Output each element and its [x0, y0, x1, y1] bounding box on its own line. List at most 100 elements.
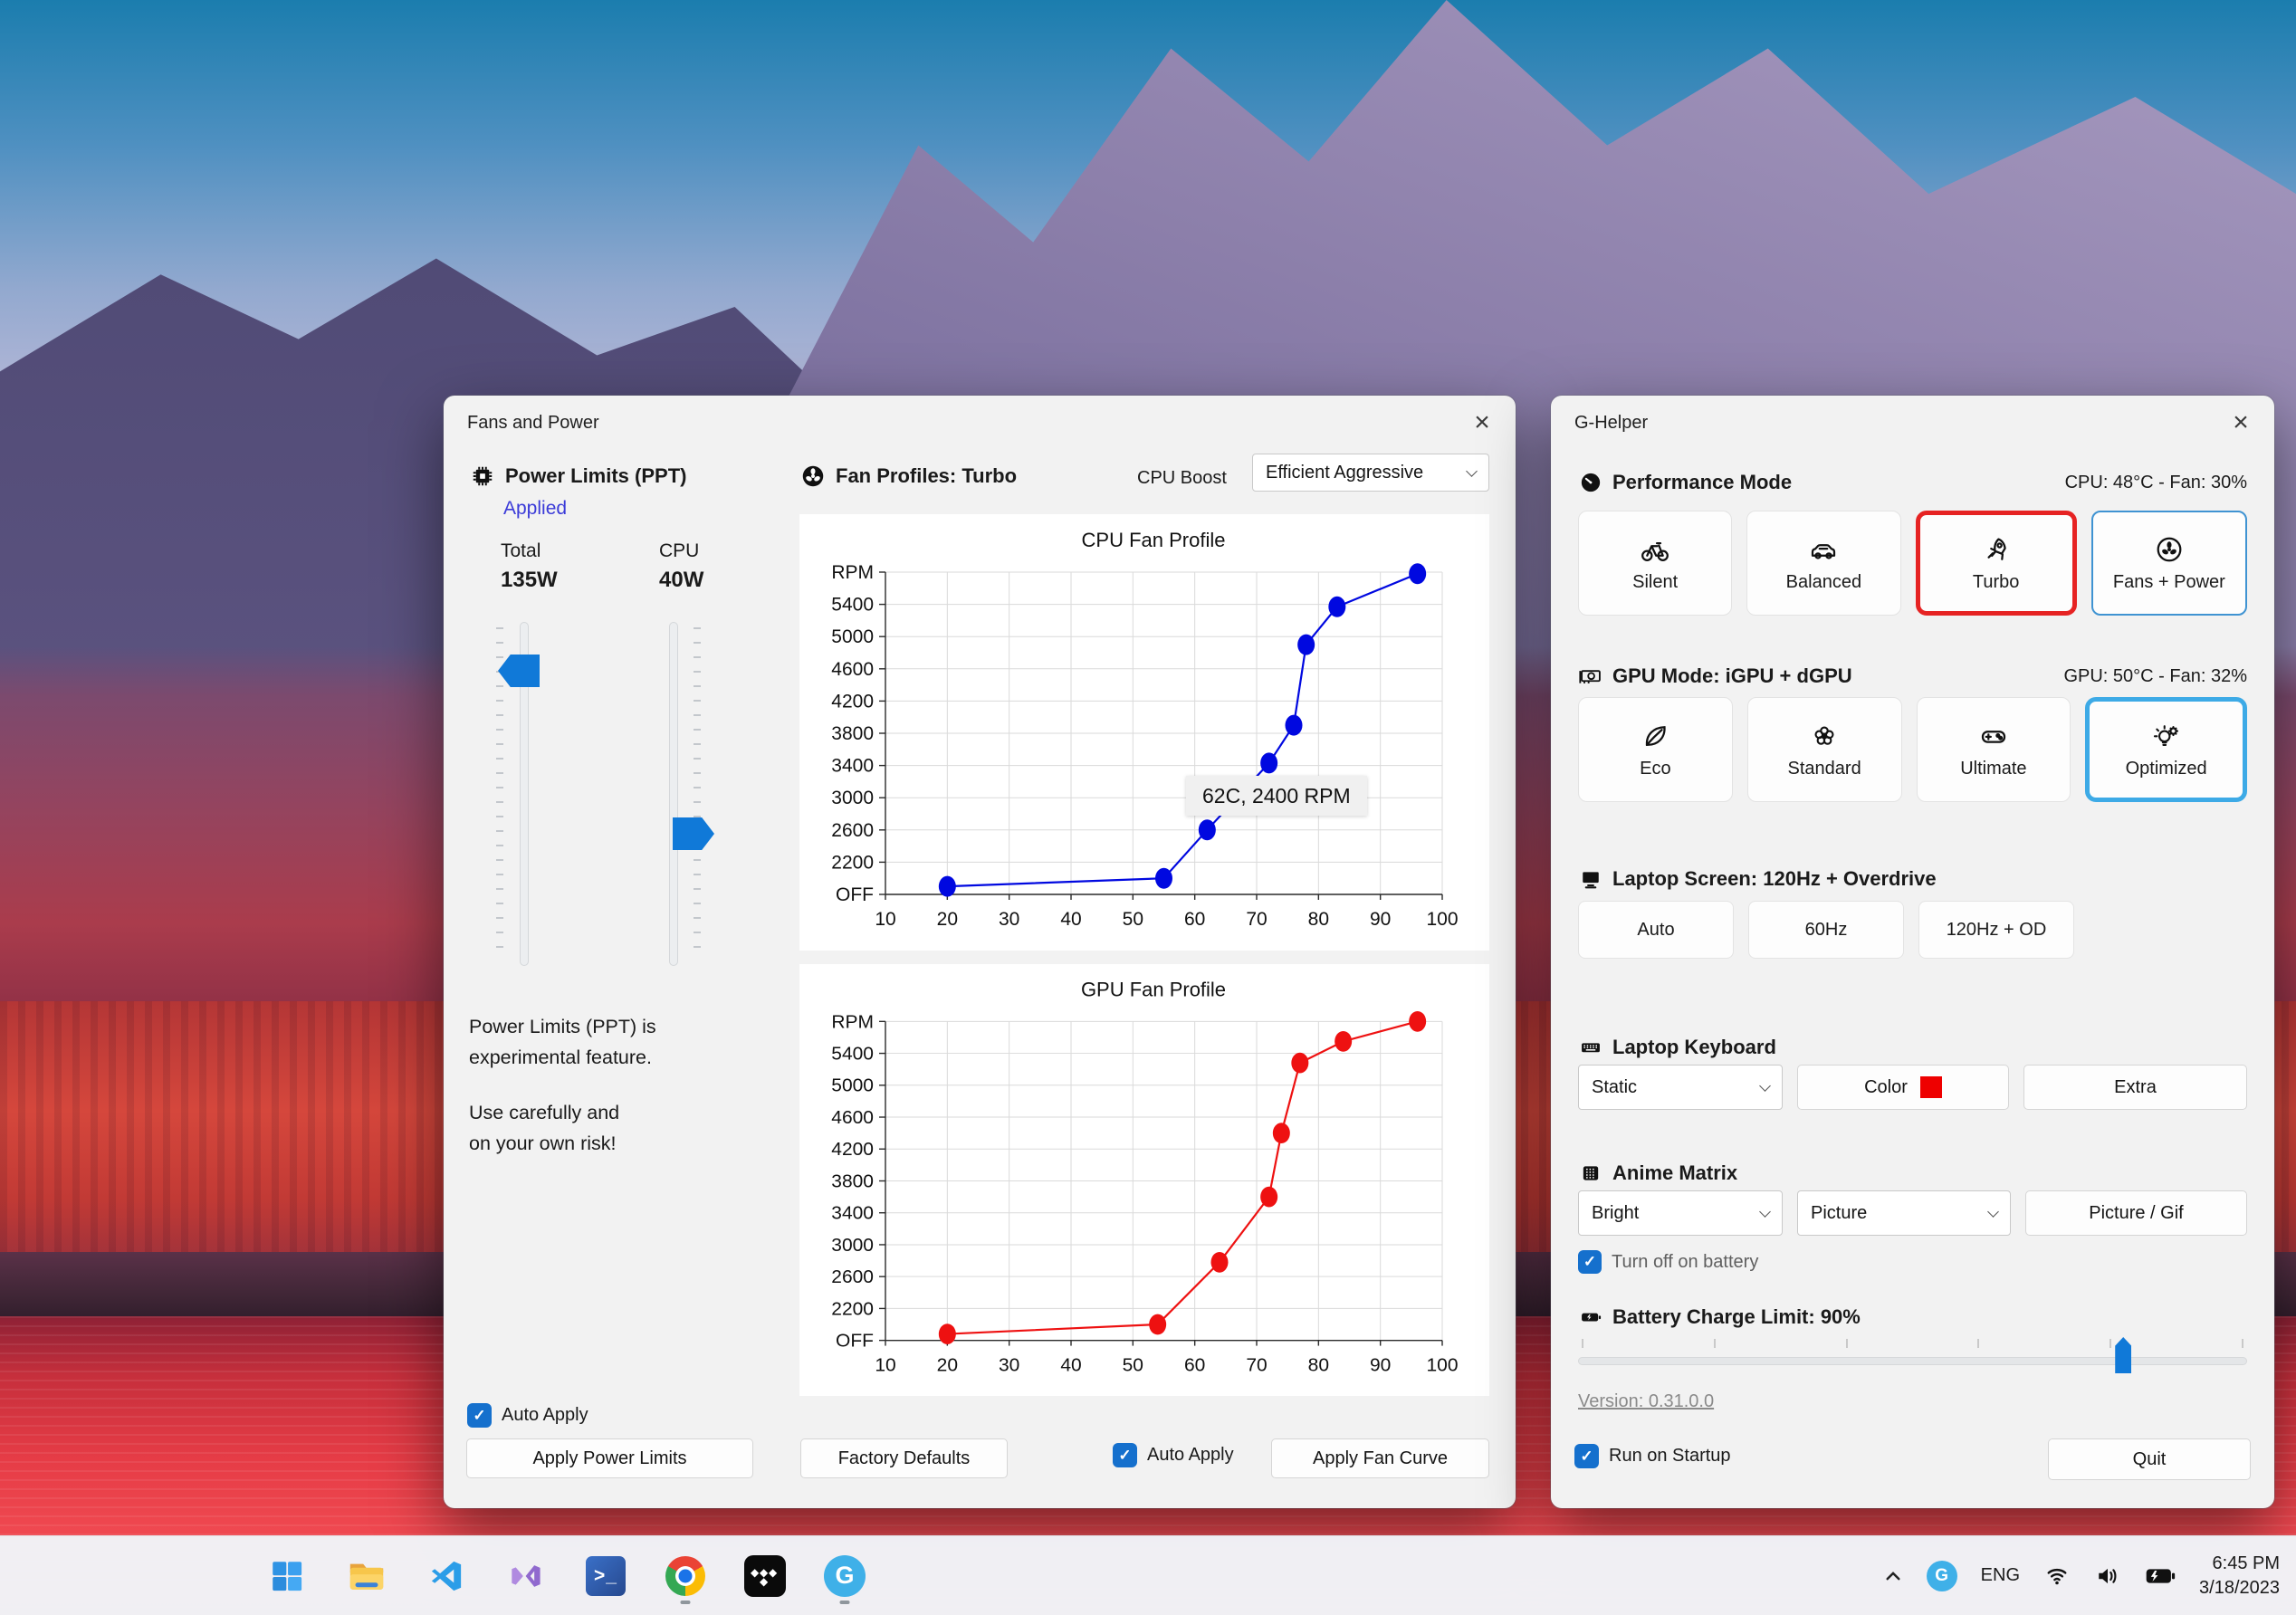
checkmark-icon: ✓ [1118, 1446, 1132, 1464]
picture-gif-button[interactable]: Picture / Gif [2025, 1190, 2247, 1236]
apply-fan-curve-button[interactable]: Apply Fan Curve [1271, 1438, 1489, 1478]
screen-buttons-row: Auto 60Hz 120Hz + OD [1578, 901, 2247, 959]
battery-limit-title: Battery Charge Limit: 90% [1612, 1305, 1861, 1328]
power-auto-apply-label: Auto Apply [502, 1405, 588, 1425]
warning-line: Use carefully and [469, 1102, 620, 1123]
svg-text:3800: 3800 [831, 723, 874, 744]
svg-text:5400: 5400 [831, 595, 874, 616]
svg-text:40: 40 [1060, 909, 1081, 930]
battery-icon [1582, 1313, 1602, 1322]
bulb-gear-icon [2153, 725, 2178, 746]
battery-slider-track[interactable] [1578, 1357, 2247, 1365]
taskbar: >_ ◆ ◆ ◆ ◆ G G ENG 6:45 PM 3/18/2023 [0, 1535, 2296, 1615]
start-button[interactable] [258, 1547, 316, 1605]
screen-60hz-button[interactable]: 60Hz [1748, 901, 1904, 959]
gpu-header-row: GPU Mode: iGPU + dGPU GPU: 50°C - Fan: 3… [1578, 664, 2247, 689]
version-link[interactable]: Version: 0.31.0.0 [1578, 1391, 1714, 1412]
vscode-button[interactable] [417, 1547, 475, 1605]
performance-buttons-row: Silent Balanced Turbo Fans + Power [1578, 511, 2247, 616]
chrome-button[interactable] [656, 1547, 714, 1605]
ghelper-window-title: G-Helper [1574, 412, 1649, 433]
apply-power-limits-button[interactable]: Apply Power Limits [466, 1438, 753, 1478]
perf-mode-turbo-button[interactable]: Turbo [1915, 511, 2077, 616]
anime-brightness-dropdown[interactable]: Bright [1578, 1190, 1783, 1236]
fan-icon [802, 465, 824, 487]
language-indicator[interactable]: ENG [1981, 1565, 2020, 1586]
svg-text:3000: 3000 [831, 788, 874, 808]
ghelper-taskbar-button[interactable]: G [816, 1547, 874, 1605]
close-icon[interactable]: × [2220, 405, 2262, 441]
fan-profiles-header: Fan Profiles: Turbo [799, 463, 1017, 490]
battery-tray-icon[interactable] [2145, 1565, 2176, 1587]
battery-limit-header: Battery Charge Limit: 90% [1578, 1304, 1861, 1330]
cpu-fan-chart-panel[interactable]: CPU Fan Profile 10 20 30 40 50 60 70 80 90 100 OFF 2… [799, 514, 1489, 951]
powershell-icon: >_ [586, 1555, 626, 1596]
run-on-startup-checkbox[interactable]: ✓ [1574, 1444, 1599, 1468]
keyboard-mode-dropdown[interactable]: Static [1578, 1065, 1783, 1110]
file-explorer-button[interactable] [338, 1547, 396, 1605]
gpu-mode-standard-button[interactable]: Standard [1746, 697, 1902, 802]
svg-text:3000: 3000 [831, 1235, 874, 1256]
perf-mode-fans-power-button[interactable]: Fans + Power [2090, 511, 2247, 616]
factory-defaults-button[interactable]: Factory Defaults [800, 1438, 1008, 1478]
power-warning-text: Power Limits (PPT) is experimental featu… [469, 1011, 656, 1159]
vscode-icon [431, 1561, 462, 1591]
laptop-screen-title: Laptop Screen: 120Hz + Overdrive [1612, 867, 1937, 890]
total-power-slider-ticks [496, 627, 503, 960]
power-auto-apply-checkbox[interactable]: ✓ [467, 1403, 492, 1428]
cpu-power-slider-track[interactable] [669, 622, 678, 966]
screen-auto-button[interactable]: Auto [1578, 901, 1734, 959]
laptop-keyboard-title: Laptop Keyboard [1612, 1036, 1776, 1058]
svg-text:4600: 4600 [831, 659, 874, 680]
keyboard-icon [1582, 1043, 1600, 1053]
gpu-mode-eco-button[interactable]: Eco [1578, 697, 1733, 802]
chevron-down-icon [1466, 464, 1478, 477]
fan-auto-apply-label: Auto Apply [1147, 1445, 1234, 1465]
visual-studio-icon [512, 1564, 541, 1587]
screen-header-row: Laptop Screen: 120Hz + Overdrive [1578, 866, 2247, 892]
total-power-slider-handle[interactable] [498, 655, 540, 687]
checkmark-icon: ✓ [1580, 1447, 1593, 1465]
gpu-fan-chart-panel[interactable]: GPU Fan Profile 10 20 30 40 50 60 70 80 90 100 OFF 2… [799, 964, 1489, 1396]
power-auto-apply-row: ✓ Auto Apply [467, 1403, 588, 1428]
cpu-power-slider-handle[interactable] [673, 817, 714, 850]
tidal-button[interactable]: ◆ ◆ ◆ ◆ [736, 1547, 794, 1605]
cpu-boost-value: Efficient Aggressive [1266, 462, 1424, 483]
speaker-icon[interactable] [2094, 1564, 2121, 1588]
terminal-button[interactable]: >_ [577, 1547, 635, 1605]
ghelper-titlebar[interactable]: G-Helper × [1551, 396, 2274, 444]
clock[interactable]: 6:45 PM 3/18/2023 [2199, 1552, 2280, 1601]
gpu-mode-optimized-button[interactable]: Optimized [2085, 697, 2247, 802]
anime-header-row: Anime Matrix [1578, 1161, 2247, 1186]
anime-mode-dropdown[interactable]: Picture [1797, 1190, 2011, 1236]
perf-mode-silent-button[interactable]: Silent [1578, 511, 1733, 616]
svg-text:3400: 3400 [831, 1203, 874, 1224]
cpu-fan-curve-chart[interactable]: CPU Fan Profile 10 20 30 40 50 60 70 80 90 100 OFF 2… [799, 514, 1489, 951]
car-icon [1812, 544, 1836, 559]
turn-off-on-battery-checkbox[interactable]: ✓ [1578, 1250, 1602, 1274]
close-icon[interactable]: × [1461, 405, 1503, 441]
gpu-fan-curve-chart[interactable]: GPU Fan Profile 10 20 30 40 50 60 70 80 90 100 OFF 2… [799, 964, 1489, 1396]
quit-button[interactable]: Quit [2048, 1438, 2251, 1480]
screen-120hz-od-button[interactable]: 120Hz + OD [1918, 901, 2074, 959]
perf-mode-balanced-button[interactable]: Balanced [1746, 511, 1901, 616]
running-indicator [680, 1600, 691, 1604]
fan-auto-apply-row: ✓ Auto Apply [1113, 1443, 1234, 1467]
taskbar-apps: >_ ◆ ◆ ◆ ◆ G [258, 1536, 874, 1615]
keyboard-extra-button[interactable]: Extra [2023, 1065, 2247, 1110]
fans-titlebar[interactable]: Fans and Power × [444, 396, 1516, 444]
visual-studio-button[interactable] [497, 1547, 555, 1605]
chevron-up-icon[interactable] [1883, 1566, 1903, 1586]
gpu-mode-ultimate-button[interactable]: Ultimate [1916, 697, 2071, 802]
gpu-temp-status: GPU: 50°C - Fan: 32% [2063, 665, 2247, 686]
ghelper-tray-icon[interactable]: G [1926, 1560, 1957, 1591]
fan-auto-apply-checkbox[interactable]: ✓ [1113, 1443, 1137, 1467]
total-watt-label: Total [501, 540, 541, 561]
keyboard-color-button[interactable]: Color [1797, 1065, 2009, 1110]
cpu-boost-dropdown[interactable]: Efficient Aggressive [1252, 454, 1489, 492]
svg-text:GPU Fan Profile: GPU Fan Profile [1081, 979, 1226, 1001]
run-on-startup-label: Run on Startup [1609, 1446, 1731, 1466]
wifi-icon[interactable] [2043, 1564, 2071, 1588]
windows-logo-icon [273, 1561, 302, 1591]
svg-text:4200: 4200 [831, 691, 874, 712]
